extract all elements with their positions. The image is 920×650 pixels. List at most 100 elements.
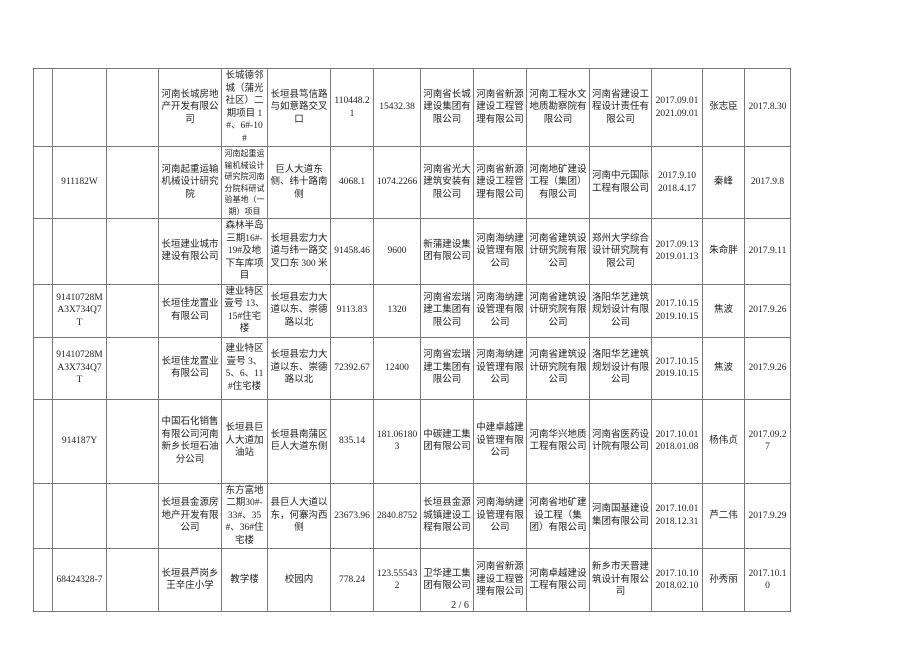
table-cell-c9: 河南海纳建设管理有限公司 [473, 283, 527, 338]
table-cell-c12: 2017.10.15 2019.10.15 [651, 336, 703, 400]
table-cell-c0 [33, 336, 53, 400]
table-cell-c2 [106, 482, 159, 549]
table-cell-c14: 2017.8.30 [744, 68, 791, 147]
table-cell-c4: 长垣县巨人大道加油站 [221, 398, 268, 484]
table-cell-c7: 1074.2266 [373, 146, 421, 219]
table-cell-c4: 河南起重运输机械设计研究院河南分院科研试验基地（一期）项目 [221, 146, 268, 219]
table-cell-c9: 河南省新源建设工程管理有限公司 [473, 68, 527, 147]
table-cell-c8: 河南省宏瑞建工集团有限公司 [420, 336, 474, 400]
table-cell-c10: 河南华兴地质工程有限公司 [526, 398, 590, 484]
table-cell-c3: 长垣县金源房地产开发有限公司 [158, 482, 222, 549]
table-cell-c3: 长垣佳龙置业有限公司 [158, 336, 222, 400]
date-range-c12a: 2017.9.10 [658, 171, 696, 181]
table-cell-c9: 河南海纳建设管理有限公司 [473, 336, 527, 400]
table-cell-c10: 河南工程水文地质勘察院有限公司 [526, 68, 590, 147]
table-cell-c1 [52, 482, 107, 549]
table-cell-c6: 110448.21 [330, 68, 374, 147]
table-cell-c2 [106, 68, 159, 147]
table-cell-c5: 长垣县宏力大道以东、崇德路以北 [267, 336, 331, 400]
table-cell-c0 [33, 398, 53, 484]
table-cell-c6: 4068.1 [330, 146, 374, 219]
table-cell-c1 [52, 68, 107, 147]
table-cell-c4: 东方富地二期30#-33#、35#、36#住宅楼 [221, 482, 268, 549]
date-range-c12a: 2017.10.15 [655, 356, 699, 367]
project-table: 河南长城房地产开发有限公司 长城德邻城（蒲光社区）二期项目 1#、6#-10# 长垣… [33, 68, 791, 612]
table-cell-c4: 建业特区壹号 3、5、6、11#住宅楼 [221, 336, 268, 400]
table-cell-c3: 中国石化销售有限公司河南新乡长垣石油分公司 [158, 398, 222, 484]
table-cell-c9: 河南海纳建设管理有限公司 [473, 218, 527, 285]
date-range-c12a: 2017.10.15 [655, 299, 699, 309]
table-cell-c12: 2017.10.01 2018.12.31 [651, 482, 703, 549]
date-range-c12b: 2019.01.13 [655, 252, 699, 263]
table-cell-c13: 焦波 [702, 336, 745, 400]
table-cell-c11: 郑州大学综合设计研究院有限公司 [589, 218, 652, 285]
table-cell-c11: 洛阳华艺建筑规划设计有限公司 [589, 283, 652, 338]
table-cell-c2 [106, 336, 159, 400]
table-cell-c0 [33, 68, 53, 147]
table-cell-c12: 2017.09.01 2021.09.01 [651, 68, 703, 147]
table-cell-c11: 河南省建设工程设计责任有限公司 [589, 68, 652, 147]
date-range-c12b: 2019.10.15 [655, 311, 699, 322]
table-cell-c14: 2017.9.29 [744, 482, 791, 549]
table-cell-c10: 河南省建筑设计研究院有限公司 [526, 218, 590, 285]
table-cell-c9: 河南省新源建设工程管理有限公司 [473, 146, 527, 219]
table-row: 911182W 河南起重运输机械设计研究院 河南起重运输机械设计研究院河南分院科研试… [33, 146, 791, 219]
table-cell-c3: 长垣佳龙置业有限公司 [158, 283, 222, 338]
table-cell-c12: 2017.09.13 2019.01.13 [651, 218, 703, 285]
table-cell-c2 [106, 146, 159, 219]
table-cell-c6: 835.14 [330, 398, 374, 484]
table-cell-c12: 2017.10.15 2019.10.15 [651, 283, 703, 338]
table-cell-c2 [106, 283, 159, 338]
table-cell-c6: 72392.67 [330, 336, 374, 400]
date-range-c12a: 2017.09.13 [655, 239, 699, 250]
table-cell-c7: 9600 [373, 218, 421, 285]
table-cell-c13: 杨伟贞 [702, 398, 745, 484]
table-cell-c9: 中建卓越建设管理有限公司 [473, 398, 527, 484]
table-cell-c1 [52, 218, 107, 285]
date-range-c12b: 2019.10.15 [655, 369, 699, 379]
table-cell-c3: 长垣建业城市建设有限公司 [158, 218, 222, 285]
date-range-c12b: 2018.4.17 [658, 183, 696, 194]
table-row: 91410728MA3X734Q7T 长垣佳龙置业有限公司 建业特区壹号 13、15… [33, 283, 791, 338]
table-cell-c11: 河南中元国际工程有限公司 [589, 146, 652, 219]
table-cell-c5: 长垣县宏力大道以东、崇德路以北 [267, 283, 331, 338]
table-cell-c7: 1320 [373, 283, 421, 338]
table-cell-c7: 181.061803 [373, 398, 421, 484]
table-cell-c3: 河南起重运输机械设计研究院 [158, 146, 222, 219]
table-cell-c7: 12400 [373, 336, 421, 400]
table-cell-c8: 河南省宏瑞建工集团有限公司 [420, 283, 474, 338]
table-cell-c12: 2017.9.10 2018.4.17 [651, 146, 703, 219]
table-cell-c5: 巨人大道东侧、纬十路南侧 [267, 146, 331, 219]
table-cell-c13: 芦二伟 [702, 482, 745, 549]
table-cell-c11: 洛阳华艺建筑规划设计有限公司 [589, 336, 652, 400]
table-cell-c11: 河南省医药设计院有限公司 [589, 398, 652, 484]
table-cell-c14: 2017.9.11 [744, 218, 791, 285]
date-range-c12a: 2017.09.01 [655, 96, 699, 106]
date-range-c12a: 2017.10.01 [655, 504, 699, 515]
table-cell-c2 [106, 218, 159, 285]
table-cell-c5: 长垣县宏力大道与纬一路交叉口东 300 米 [267, 218, 331, 285]
table-cell-c8: 长垣县金源城镇建设工程有限公司 [420, 482, 474, 549]
table-cell-c5: 长垣县笃信路与如意路交叉口 [267, 68, 331, 147]
page-number: 2 / 6 [451, 600, 469, 611]
table-cell-c8: 河南省长城建设集团有限公司 [420, 68, 474, 147]
table-cell-c6: 91458.46 [330, 218, 374, 285]
table-cell-c0 [33, 146, 53, 219]
table-cell-c7: 2840.8752 [373, 482, 421, 549]
table-cell-c12: 2017.10.01 2018.01.08 [651, 398, 703, 484]
table-cell-c10: 河南地矿建设工程（集团）有限公司 [526, 146, 590, 219]
table-cell-c10: 河南省建筑设计研究院有限公司 [526, 283, 590, 338]
table-cell-c10: 河南省地矿建设工程（集团）有限公司 [526, 482, 590, 549]
table-cell-c8: 新蒲建设集团有限公司 [420, 218, 474, 285]
table-cell-c6: 9113.83 [330, 283, 374, 338]
date-range-c12b: 2018.02.10 [655, 581, 699, 591]
table-cell-c14: 2017.9.26 [744, 336, 791, 400]
table-cell-c5: 县巨人大道以东，何寨沟西侧 [267, 482, 331, 549]
table-cell-c4: 森林半岛三期16#-19#及地下车库项目 [221, 218, 268, 285]
table-cell-c13: 焦波 [702, 283, 745, 338]
date-range-c12a: 2017.10.01 [655, 429, 699, 440]
table-cell-c7: 15432.38 [373, 68, 421, 147]
table-cell-c1: 914187Y [52, 398, 107, 484]
table-cell-c8: 中碳建工集团有限公司 [420, 398, 474, 484]
table-cell-c10: 河南省建筑设计研究院有限公司 [526, 336, 590, 400]
